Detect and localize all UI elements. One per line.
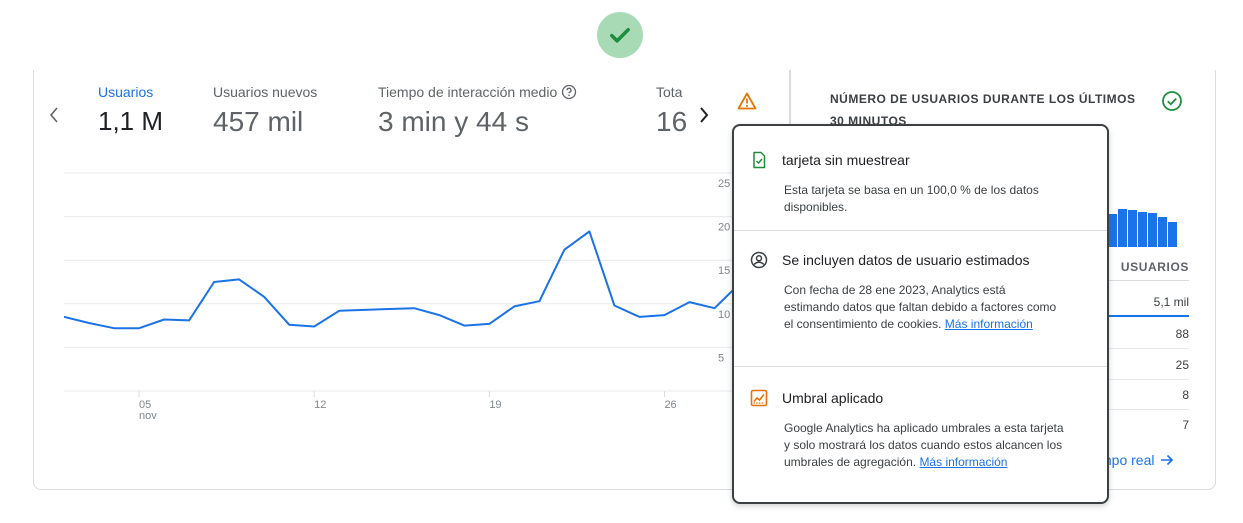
popover-section-title: Se incluyen datos de usuario estimados — [782, 252, 1030, 268]
metric-value: 457 mil — [213, 106, 304, 137]
realtime-link[interactable]: mpo real — [1100, 452, 1174, 468]
popover-divider — [734, 366, 1107, 367]
popover-section-estimated: Se incluyen datos de usuario estimados C… — [734, 248, 1107, 333]
x-tick-label-month: nov — [139, 410, 157, 422]
popover-section-header: tarjeta sin muestrear — [750, 148, 1091, 172]
realtime-column-header: USUARIOS — [1100, 260, 1189, 281]
data-quality-warning-button[interactable] — [733, 87, 761, 115]
realtime-mini-bar-chart — [1108, 207, 1177, 247]
file-check-icon — [750, 151, 768, 169]
check-circle-icon — [1162, 91, 1182, 111]
y-tick-label: 20 — [718, 222, 730, 234]
metric-value: 16 — [656, 106, 688, 137]
metric-value: 3 min y 44 s — [378, 106, 529, 137]
popover-section-threshold: Umbral aplicado Google Analytics ha apli… — [734, 386, 1107, 471]
status-check-badge — [597, 12, 643, 58]
mini-bar — [1158, 217, 1167, 247]
popover-section-header: Umbral aplicado — [750, 386, 1091, 410]
chart-svg: 25201510505nov12 19 26 — [63, 172, 741, 422]
metric-tab-usuarios-nuevos[interactable]: Usuarios nuevos 457 mil — [213, 84, 317, 138]
popover-section-title: tarjeta sin muestrear — [782, 152, 910, 168]
metric-label: Tota — [656, 84, 683, 100]
metrics-next-button[interactable] — [694, 100, 714, 130]
arrow-right-icon — [1161, 454, 1174, 466]
account-circle-icon — [750, 251, 768, 269]
metrics-prev-button[interactable] — [44, 100, 64, 130]
metric-label: Tiempo de interacción medio — [378, 84, 577, 100]
help-circle-icon[interactable] — [561, 84, 577, 100]
y-tick-label: 10 — [718, 309, 730, 321]
realtime-row-value: 25 — [1100, 350, 1189, 380]
more-info-link[interactable]: Más información — [945, 317, 1033, 331]
popover-body-text: Esta tarjeta se basa en un 100,0 % de lo… — [784, 183, 1039, 214]
users-line-chart: 25 20 15 10 5 05 nov 12 19 26 — [63, 168, 741, 438]
popover-section-unsampled: tarjeta sin muestrear Esta tarjeta se ba… — [734, 148, 1107, 216]
more-info-link[interactable]: Más información — [919, 455, 1007, 469]
metric-tab-total[interactable]: Tota 16 — [656, 84, 687, 138]
warning-icon — [737, 92, 757, 110]
mini-bar — [1138, 212, 1147, 247]
mini-bar — [1128, 210, 1137, 247]
popover-section-body: Google Analytics ha aplicado umbrales a … — [784, 420, 1064, 471]
metric-value: 1,1 M — [98, 106, 164, 136]
y-tick-label: 5 — [718, 352, 724, 364]
y-tick-label: 25 — [718, 178, 730, 190]
x-tick-label-day: 19 — [489, 399, 501, 411]
realtime-status-button[interactable] — [1160, 89, 1184, 113]
popover-section-header: Se incluyen datos de usuario estimados — [750, 248, 1091, 272]
mini-bar — [1118, 209, 1127, 247]
metric-label-text: Tiempo de interacción medio — [378, 84, 558, 100]
mini-bar — [1148, 213, 1157, 247]
series-line-usuarios — [63, 230, 741, 330]
metric-label: Usuarios — [98, 84, 154, 100]
metric-tab-total-clip: Tota 16 — [652, 80, 692, 140]
popover-section-body: Esta tarjeta se basa en un 100,0 % de lo… — [784, 182, 1064, 216]
mini-bar — [1108, 214, 1117, 247]
chevron-right-icon — [700, 107, 709, 123]
popover-section-body: Con fecha de 28 ene 2023, Analytics está… — [784, 282, 1064, 333]
y-tick-label: 15 — [718, 265, 730, 277]
check-icon — [610, 28, 630, 43]
realtime-row-value: 88 — [1100, 319, 1189, 349]
popover-divider — [734, 230, 1107, 231]
realtime-row-value: 5,1 mil — [1100, 287, 1189, 317]
metric-label: Usuarios nuevos — [213, 84, 318, 100]
metric-tab-usuarios[interactable]: Usuarios 1,1 M — [98, 84, 163, 137]
threshold-chart-icon — [750, 389, 768, 407]
data-quality-popover: tarjeta sin muestrear Esta tarjeta se ba… — [732, 124, 1109, 504]
mini-bar — [1168, 222, 1177, 247]
metric-tab-tiempo-interaccion[interactable]: Tiempo de interacción medio 3 min y 44 s — [378, 84, 577, 138]
realtime-row-value: 8 — [1100, 380, 1189, 410]
x-tick-label-day: 26 — [664, 399, 676, 411]
popover-section-title: Umbral aplicado — [782, 390, 884, 406]
chevron-left-icon — [49, 107, 58, 123]
realtime-row-value: 7 — [1182, 418, 1189, 432]
x-tick-label-day: 12 — [314, 399, 326, 411]
